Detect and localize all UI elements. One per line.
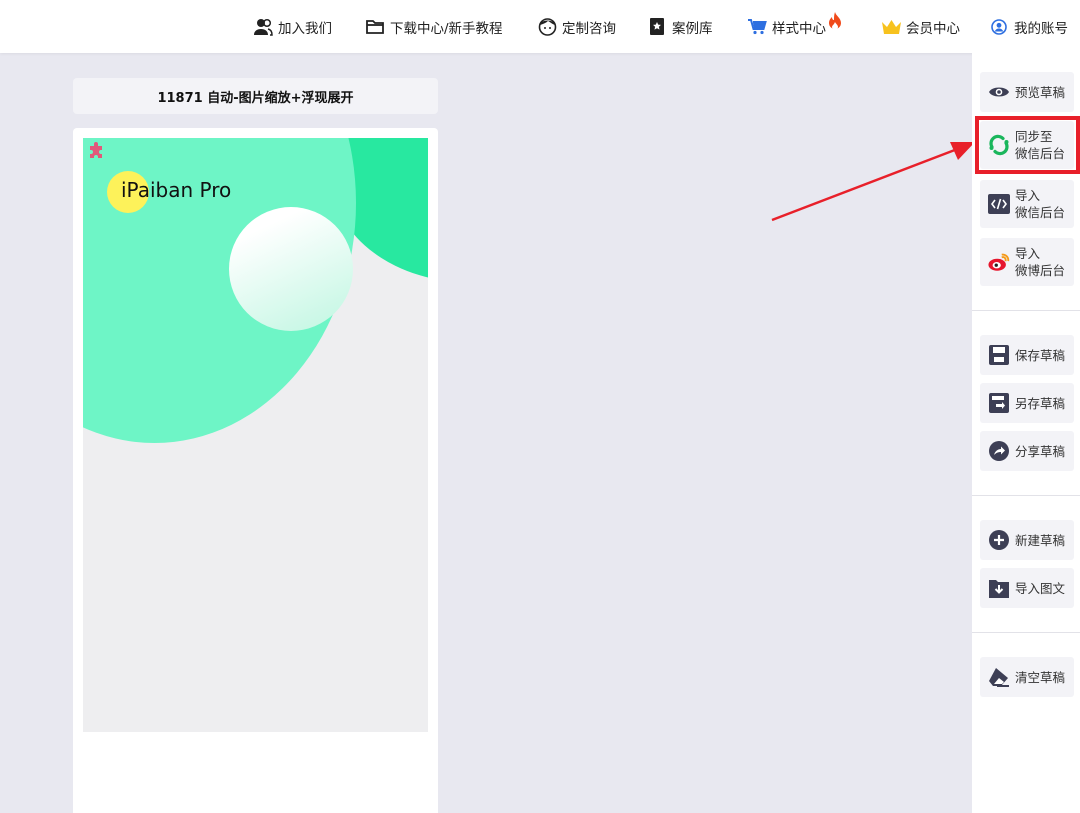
- share-draft-label: 分享草稿: [1015, 443, 1066, 459]
- puzzle-icon[interactable]: [87, 142, 107, 166]
- save-as-draft-label: 另存草稿: [1015, 395, 1066, 411]
- nav-custom[interactable]: 定制咨询: [536, 0, 616, 53]
- folder-icon: [364, 16, 386, 38]
- import-icon: [988, 577, 1010, 599]
- users-icon: [252, 16, 274, 38]
- clear-draft-button[interactable]: 清空草稿: [980, 657, 1074, 697]
- new-draft-button[interactable]: 新建草稿: [980, 520, 1074, 560]
- save-as-draft-button[interactable]: 另存草稿: [980, 383, 1074, 423]
- nav-account-label: 我的账号: [1014, 20, 1068, 37]
- share-icon: [988, 440, 1010, 462]
- pointer-arrow-icon: [771, 142, 975, 222]
- nav-cases[interactable]: 案例库: [646, 0, 713, 53]
- sidebar-divider: [972, 632, 1080, 633]
- preview-draft-label: 预览草稿: [1015, 84, 1066, 100]
- import-weibo-label-2: 微博后台: [1015, 263, 1066, 278]
- nav-join-us-label: 加入我们: [278, 20, 332, 37]
- save-as-icon: [988, 392, 1010, 414]
- nav-vip-label: 会员中心: [906, 20, 960, 37]
- nav-download-label: 下载中心/新手教程: [390, 20, 503, 37]
- import-weibo-button[interactable]: 导入 微博后台: [980, 238, 1074, 286]
- import-wechat-button[interactable]: 导入 微信后台: [980, 180, 1074, 228]
- template-title: 11871 自动-图片缩放+浮现展开: [73, 78, 438, 114]
- highlight-box: [975, 116, 1080, 174]
- plus-circle-icon: [988, 529, 1010, 551]
- save-draft-label: 保存草稿: [1015, 347, 1066, 363]
- sidebar-divider: [972, 495, 1080, 496]
- import-wechat-label-1: 导入: [1015, 188, 1041, 203]
- weibo-icon: [988, 251, 1010, 273]
- avatar-icon: [536, 16, 558, 38]
- preview-draft-button[interactable]: 预览草稿: [980, 72, 1074, 112]
- share-draft-button[interactable]: 分享草稿: [980, 431, 1074, 471]
- nav-styles[interactable]: 样式中心: [746, 0, 844, 53]
- import-weibo-label-1: 导入: [1015, 246, 1041, 261]
- new-draft-label: 新建草稿: [1015, 532, 1066, 548]
- nav-join-us[interactable]: 加入我们: [252, 0, 332, 53]
- eraser-icon: [988, 666, 1010, 688]
- import-article-button[interactable]: 导入图文: [980, 568, 1074, 608]
- nav-download[interactable]: 下载中心/新手教程: [364, 0, 503, 53]
- top-navbar: 加入我们 下载中心/新手教程 定制咨询 案例库 样式中心 会员中心 我的账号: [0, 0, 1080, 53]
- template-title-text: 11871 自动-图片缩放+浮现展开: [157, 90, 354, 106]
- sidebar-divider: [972, 310, 1080, 311]
- import-wechat-label-2: 微信后台: [1015, 205, 1066, 220]
- brand-text: iPaiban Pro: [121, 178, 232, 202]
- template-canvas[interactable]: iPaiban Pro: [83, 138, 428, 732]
- nav-cases-label: 案例库: [672, 20, 713, 37]
- nav-custom-label: 定制咨询: [562, 20, 616, 37]
- eye-icon: [988, 81, 1010, 103]
- save-draft-button[interactable]: 保存草稿: [980, 335, 1074, 375]
- star-book-icon: [646, 16, 668, 38]
- floppy-icon: [988, 344, 1010, 366]
- flame-icon: [827, 12, 844, 31]
- white-gradient-ball: [229, 207, 353, 331]
- nav-styles-label: 样式中心: [772, 20, 826, 37]
- user-circle-icon: [988, 16, 1010, 38]
- nav-vip[interactable]: 会员中心: [880, 0, 960, 53]
- editor-panel[interactable]: iPaiban Pro: [73, 128, 438, 813]
- nav-account[interactable]: 我的账号: [988, 0, 1068, 53]
- crown-icon: [880, 16, 902, 38]
- cart-icon: [746, 16, 768, 38]
- code-icon: [988, 193, 1010, 215]
- import-article-label: 导入图文: [1015, 580, 1066, 596]
- clear-draft-label: 清空草稿: [1015, 669, 1066, 685]
